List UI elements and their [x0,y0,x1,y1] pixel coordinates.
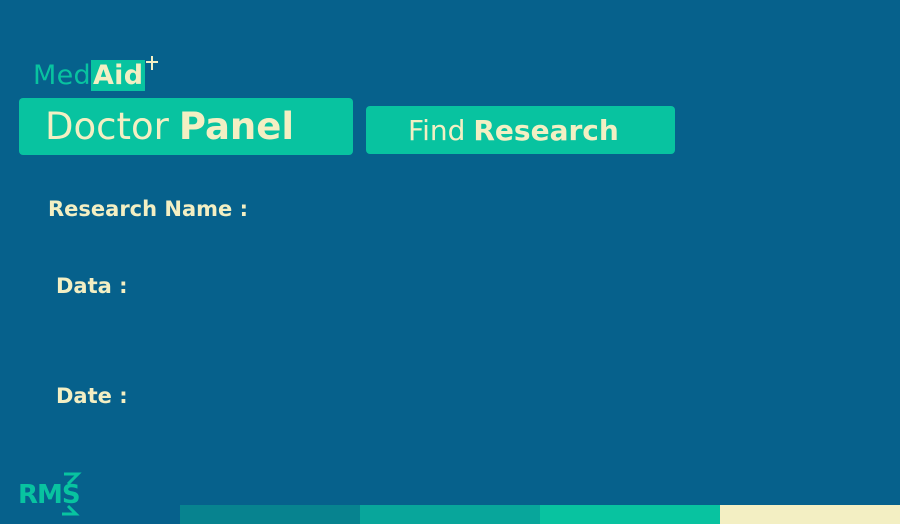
medaid-logo: MedAid [33,56,159,92]
rms-logo: RMS [18,472,82,516]
find-research-label-find: Find [408,113,466,147]
rms-logo-text: RMS [18,480,80,510]
find-research-label-research: Research [473,113,619,147]
logo-med-text: Med [33,60,91,91]
date-label: Date : [56,384,128,408]
footer-bar-3 [540,505,720,524]
logo-aid-text: Aid [90,60,146,91]
footer-bar-2 [360,505,540,524]
research-name-label: Research Name : [48,197,248,221]
doctor-panel-title: Doctor Panel [19,98,353,155]
panel-title-panel: Panel [178,105,295,148]
footer-bar-1 [180,505,360,524]
panel-title-doctor: Doctor [45,105,169,148]
plus-icon [145,56,159,70]
data-label: Data : [56,274,128,298]
find-research-button[interactable]: Find Research [366,106,675,154]
footer-bar-4 [720,505,900,524]
